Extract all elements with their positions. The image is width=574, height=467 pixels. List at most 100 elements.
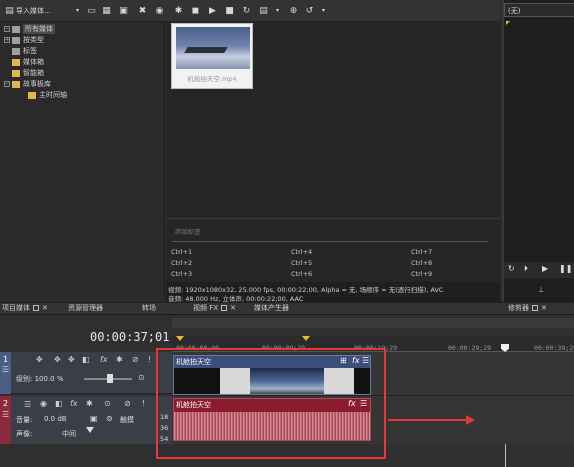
tab-video-fx[interactable]: 视频 FX ✕: [193, 302, 236, 314]
compositing-icon[interactable]: ✥: [54, 355, 61, 364]
shortcut-ctrl-9[interactable]: Ctrl+9: [411, 270, 432, 278]
import-media-icon[interactable]: ▤: [4, 5, 15, 16]
loop-end-marker[interactable]: [302, 336, 310, 341]
shortcut-ctrl-2[interactable]: Ctrl+2: [171, 259, 192, 267]
shortcut-ctrl-3[interactable]: Ctrl+3: [171, 270, 192, 278]
mute-icon[interactable]: ⊘: [132, 355, 139, 364]
tab-media-generators[interactable]: 媒体产生器: [254, 302, 289, 314]
trimmer-marker-icon: [506, 21, 510, 25]
import-media-button[interactable]: 导入媒体...: [16, 6, 51, 16]
play-from-start-icon[interactable]: ⏵: [524, 264, 528, 274]
tab-trimmer[interactable]: 修剪器 ✕: [508, 302, 547, 314]
touch-label[interactable]: 触摸: [120, 415, 134, 425]
fx-icon[interactable]: fx: [100, 355, 108, 364]
track-menu-icon[interactable]: ☰: [2, 365, 9, 374]
tree-item-media-bins[interactable]: 媒体箱: [12, 57, 44, 67]
folder-icon: [12, 58, 20, 66]
trimmer-dropdown-value: (无): [508, 7, 521, 15]
level-reset-icon[interactable]: ⊙: [138, 373, 145, 382]
loop-region-bar[interactable]: [172, 318, 574, 328]
automation-icon[interactable]: ✱: [116, 355, 123, 364]
play-icon[interactable]: ▶: [542, 264, 548, 273]
collapse-icon[interactable]: −: [4, 81, 10, 87]
tree-item-tags[interactable]: 标签: [12, 46, 37, 56]
automation-icon[interactable]: ✱: [86, 399, 93, 408]
undo-icon[interactable]: ↺: [304, 5, 315, 16]
wing-shape: [184, 47, 228, 53]
media-thumbnail-card[interactable]: 机舱拍天空.mp4: [171, 23, 253, 89]
stop-icon[interactable]: ◼: [190, 5, 201, 16]
volume-slider-icon[interactable]: ▣: [90, 414, 98, 423]
tag-input[interactable]: 添加标签: [174, 226, 200, 236]
film-icon[interactable]: ▣: [118, 5, 129, 16]
view-icon[interactable]: ▤: [258, 5, 269, 16]
tab-transitions[interactable]: 转场: [142, 302, 156, 314]
tree-item-by-type[interactable]: + 按类型: [4, 35, 44, 45]
solo-icon[interactable]: !: [142, 399, 145, 408]
motion-icon[interactable]: ✥: [36, 355, 43, 364]
shortcut-ctrl-7[interactable]: Ctrl+7: [411, 248, 432, 256]
arm-record-icon[interactable]: ☰: [24, 400, 31, 409]
pin-icon[interactable]: ⊥: [538, 286, 544, 294]
gear-icon[interactable]: ✱: [173, 5, 184, 16]
tab-explorer[interactable]: 资源管理器: [68, 302, 103, 314]
play-icon[interactable]: ▶: [207, 5, 218, 16]
record-icon[interactable]: ◉: [40, 399, 47, 408]
tab-label: 资源管理器: [68, 304, 103, 312]
trimmer-controls: ↻ ⏵ ▶ ❚❚: [504, 262, 574, 278]
tree-item-smart-bins[interactable]: 智能箱: [12, 68, 44, 78]
tree-label: 标签: [23, 47, 37, 55]
trimmer-dropdown[interactable]: (无): [504, 3, 574, 17]
loop-icon[interactable]: ↻: [508, 264, 515, 273]
mute-icon[interactable]: ⊘: [124, 399, 131, 408]
pan-label: 声像:: [16, 430, 33, 438]
tree-item-storyboard[interactable]: − 故事板库: [4, 79, 51, 89]
collapse-icon[interactable]: −: [4, 26, 10, 32]
shortcut-ctrl-5[interactable]: Ctrl+5: [291, 259, 312, 267]
volume-value[interactable]: 0.0 dB: [44, 415, 67, 423]
remove-icon[interactable]: ✖: [137, 5, 148, 16]
close-icon[interactable]: ✕: [42, 304, 48, 312]
level-slider-handle[interactable]: [107, 374, 113, 383]
tree-item-main-timeline[interactable]: 主时间轴: [28, 90, 67, 100]
tab-project-media[interactable]: 项目媒体 ✕: [2, 302, 48, 314]
timecode-display[interactable]: 00:00:37;01: [90, 330, 169, 344]
pan-value[interactable]: 中间: [62, 429, 76, 439]
refresh-icon[interactable]: ◉: [154, 5, 165, 16]
maximize-icon[interactable]: [221, 305, 228, 311]
pan-slider-handle[interactable]: [86, 427, 94, 435]
tree-item-all-media[interactable]: − 所有媒体: [4, 24, 55, 34]
stop-square-icon[interactable]: ■: [224, 5, 235, 16]
maximize-icon[interactable]: [532, 305, 538, 311]
ruler-label-4: 00:00:39;29: [534, 344, 574, 352]
zoom-icon[interactable]: ⊕: [288, 5, 299, 16]
shortcut-ctrl-1[interactable]: Ctrl+1: [171, 248, 192, 256]
undo-dropdown-icon[interactable]: ▾: [318, 5, 329, 16]
shortcut-ctrl-6[interactable]: Ctrl+6: [291, 270, 312, 278]
close-icon[interactable]: ✕: [230, 304, 236, 312]
grid-icon[interactable]: ▦: [101, 5, 112, 16]
loop-start-marker[interactable]: [176, 336, 184, 341]
dropdown-icon[interactable]: ▾: [72, 5, 83, 16]
expand-icon[interactable]: +: [4, 37, 10, 43]
track-menu-icon[interactable]: ☰: [2, 410, 9, 419]
input-icon[interactable]: ◧: [55, 399, 63, 408]
folder-icon: [12, 36, 20, 44]
loop-icon[interactable]: ↻: [241, 5, 252, 16]
shortcut-ctrl-4[interactable]: Ctrl+4: [291, 248, 312, 256]
fx-icon[interactable]: fx: [70, 399, 78, 408]
tree-label: 所有媒体: [23, 24, 55, 34]
close-icon[interactable]: ✕: [541, 304, 547, 312]
annotation-arrow-line: [388, 419, 468, 421]
pause-icon[interactable]: ❚❚: [559, 264, 572, 273]
envelope-icon[interactable]: ✥: [68, 355, 75, 364]
trimmer-panel: (无) ↻ ⏵ ▶ ❚❚ ⊥: [502, 0, 574, 302]
save-icon[interactable]: ▭: [86, 5, 97, 16]
shortcut-ctrl-8[interactable]: Ctrl+8: [411, 259, 432, 267]
view-dropdown-icon[interactable]: ▾: [272, 5, 283, 16]
pan-icon[interactable]: ⊚: [106, 414, 113, 423]
track-fx-icon[interactable]: ◧: [82, 355, 90, 364]
solo-icon[interactable]: !: [148, 355, 151, 364]
monitor-icon[interactable]: ⊙: [104, 399, 111, 408]
maximize-icon[interactable]: [33, 305, 39, 311]
